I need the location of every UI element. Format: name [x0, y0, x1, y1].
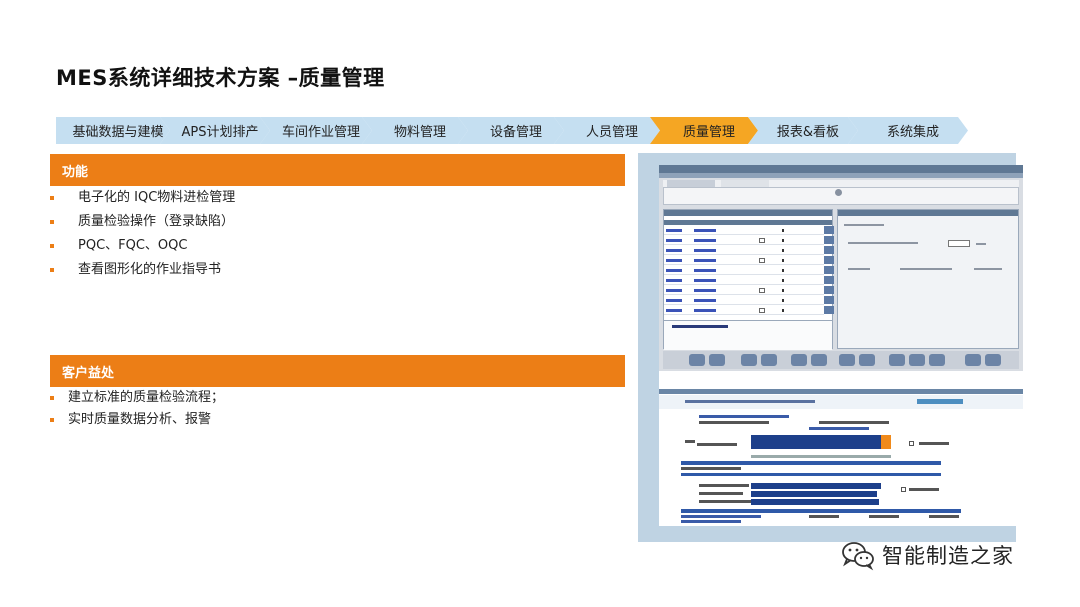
list-item: PQC、FQC、OQC [50, 234, 235, 258]
nav-step-quality[interactable]: 质量管理 [650, 117, 758, 144]
process-nav: 基础数据与建模 APS计划排产 车间作业管理 物料管理 设备管理 人员管理 质量… [56, 117, 972, 144]
nav-step-label: 物料管理 [393, 125, 446, 140]
nav-step-personnel[interactable]: 人员管理 [554, 117, 660, 144]
list-item: 质量检验操作（登录缺陷） [50, 210, 235, 234]
benefits-list: 建立标准的质量检验流程； 实时质量数据分析、报警 [50, 387, 224, 431]
nav-step-label: 系统集成 [886, 125, 939, 140]
nav-step-workshop[interactable]: 车间作业管理 [260, 117, 372, 144]
materials-table-image [663, 209, 834, 350]
nav-step-material[interactable]: 物料管理 [362, 117, 468, 144]
data-collection-image [837, 209, 1019, 349]
report-screenshot [659, 389, 1023, 526]
nav-step-integration[interactable]: 系统集成 [848, 117, 968, 144]
nav-step-label: 质量管理 [682, 125, 735, 140]
nav-step-reports[interactable]: 报表&看板 [748, 117, 858, 144]
list-item: 查看图形化的作业指导书 [50, 258, 235, 282]
watermark: 智能制造之家 [840, 539, 1014, 571]
nav-step-label: APS计划排产 [181, 125, 259, 140]
page-title: MES系统详细技术方案 –质量管理 [56, 66, 385, 90]
toolbar-image [663, 351, 1019, 369]
screenshot-frame [638, 153, 1023, 542]
nav-step-aps[interactable]: APS计划排产 [160, 117, 270, 144]
features-list: 电子化的 IQC物料进检管理 质量检验操作（登录缺陷） PQC、FQC、OQC … [50, 186, 235, 282]
list-item: 建立标准的质量检验流程； [50, 387, 224, 409]
list-item: 实时质量数据分析、报警 [50, 409, 224, 431]
screenshot-panel [659, 165, 1023, 526]
list-item: 电子化的 IQC物料进检管理 [50, 186, 235, 210]
gear-icon [835, 189, 842, 196]
wechat-icon [842, 542, 874, 571]
nav-step-label: 报表&看板 [776, 125, 840, 140]
nav-step-label: 设备管理 [489, 125, 542, 140]
nav-step-label: 车间作业管理 [281, 125, 360, 140]
benefits-heading: 客户益处 [50, 355, 625, 387]
nav-step-label: 人员管理 [585, 125, 638, 140]
features-heading: 功能 [50, 154, 625, 186]
nav-step-label: 基础数据与建模 [72, 125, 164, 140]
operation-details-screenshot [659, 165, 1023, 371]
nav-step-equipment[interactable]: 设备管理 [458, 117, 564, 144]
nav-step-basic-data[interactable]: 基础数据与建模 [56, 117, 170, 144]
watermark-text: 智能制造之家 [882, 544, 1014, 568]
